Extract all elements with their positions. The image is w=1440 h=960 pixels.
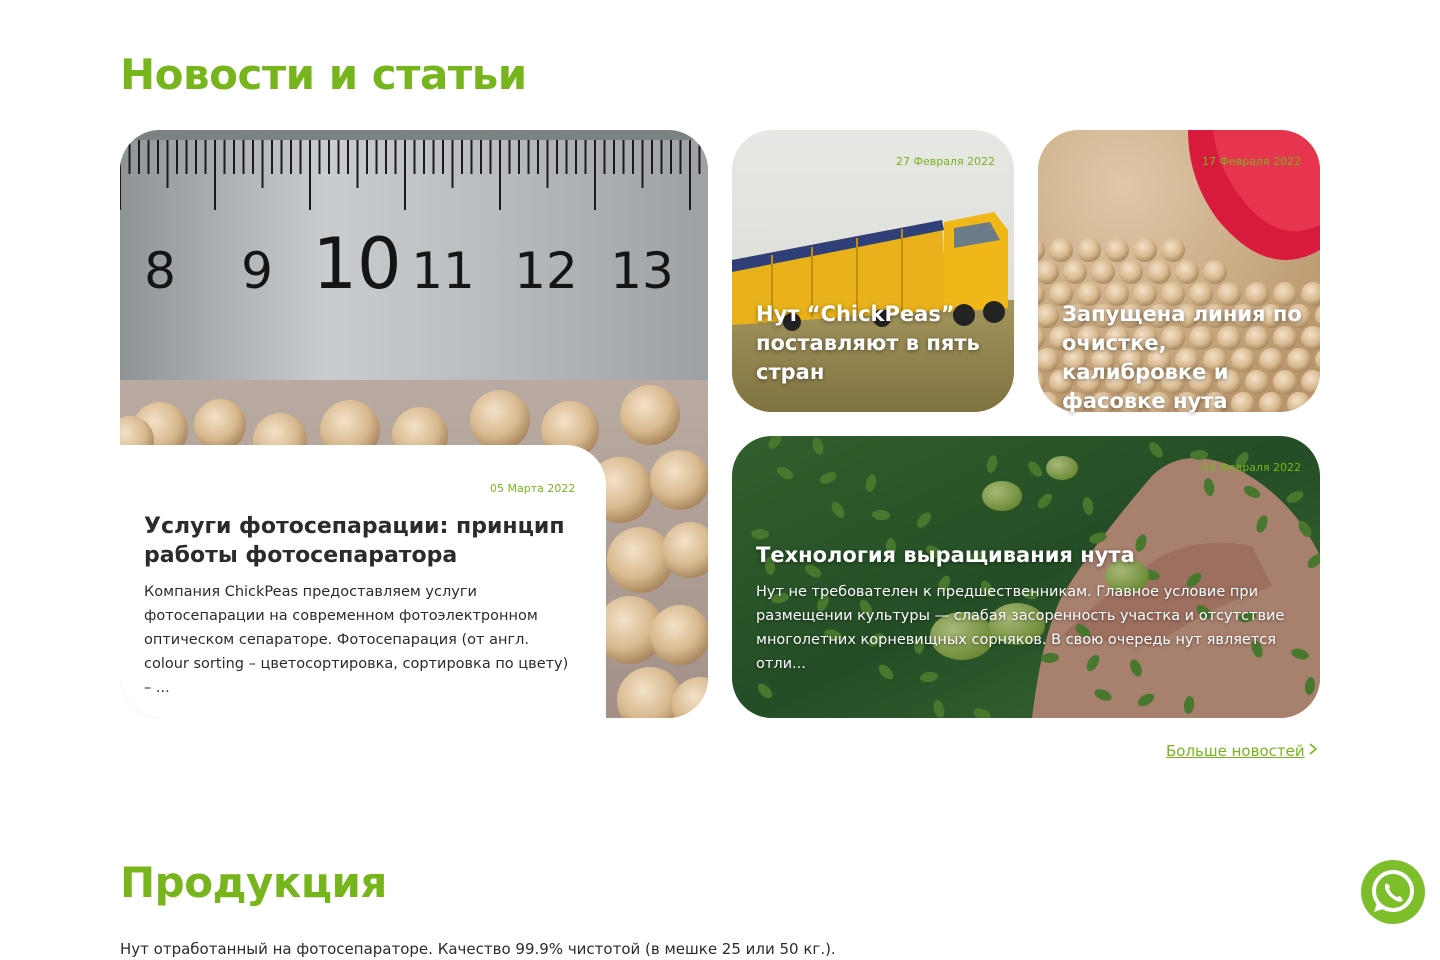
article-date: 27 Февраля 2022 [896,155,996,168]
ruler-number: 8 [144,242,176,300]
ruler-number: 10 [312,223,401,305]
products-section-title: Продукция [120,858,387,907]
article-excerpt: Компания ChickPeas предоставляем услуги … [144,584,569,696]
article-title[interactable]: Технология выращивания нута [756,541,1296,570]
article-date: 05 Марта 2022 [490,482,576,495]
article-date: 17 Февраля 2022 [1202,155,1302,168]
whatsapp-icon [1372,870,1414,912]
ruler-number: 11 [411,242,475,300]
ruler-number: 13 [610,242,674,300]
more-news-link[interactable]: Больше новостей [1166,742,1318,760]
article-title[interactable]: Нут “ChickPeas” поставляют в пять стран [756,300,996,387]
whatsapp-button[interactable] [1361,860,1425,924]
news-section-title: Новости и статьи [120,50,527,99]
article-title[interactable]: Услуги фотосепарации: принцип работы фот… [144,512,574,570]
ruler-number: 9 [241,242,273,300]
article-title[interactable]: Запущена линия по очистке, калибровке и … [1062,300,1302,416]
article-excerpt: Нут не требовател­ен к предшественникам.… [756,584,1285,672]
ruler-number: 12 [514,242,578,300]
more-news-label: Больше новостей [1166,742,1305,760]
article-date: 04 Февраля 2022 [1202,461,1302,474]
chevron-right-icon [1308,742,1318,760]
products-description: Нут отработанный на фотосепараторе. Каче… [120,940,836,958]
